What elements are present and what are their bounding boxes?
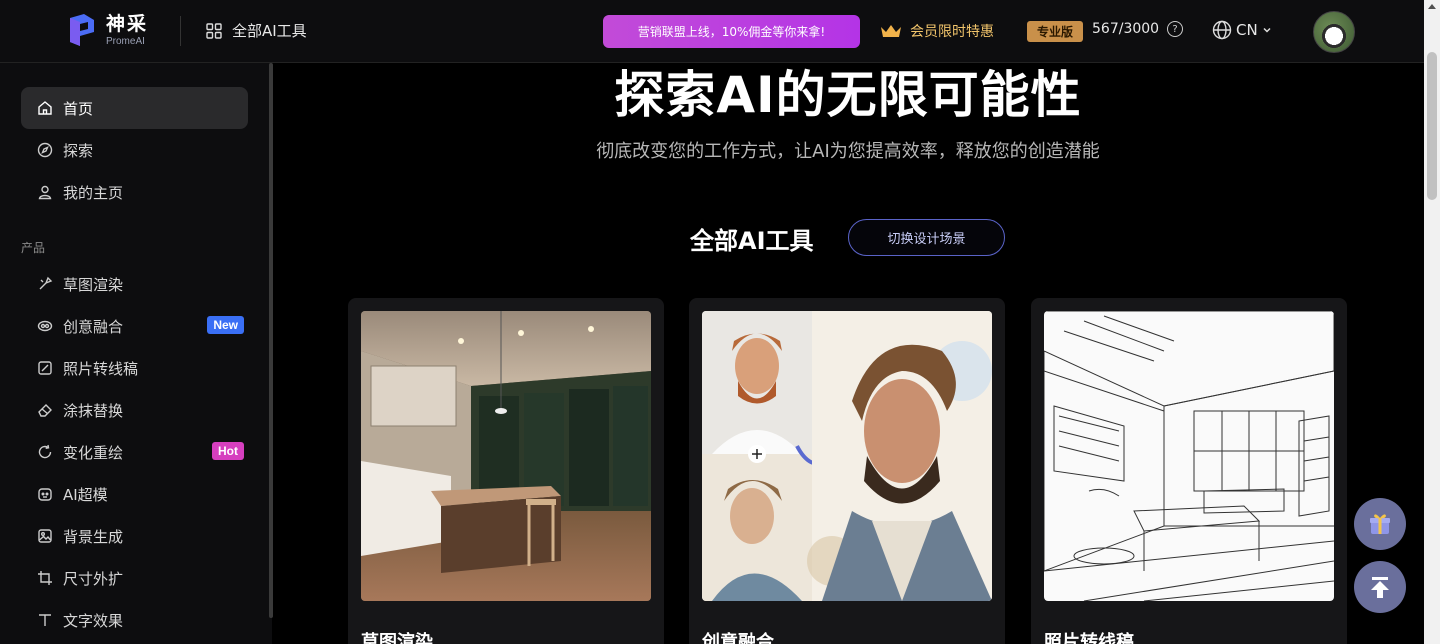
hot-badge: Hot xyxy=(212,442,244,460)
user-icon xyxy=(38,185,52,200)
sidebar-item-label: 文字效果 xyxy=(63,611,124,630)
all-tools-menu[interactable]: 全部AI工具 xyxy=(206,20,307,41)
compass-icon xyxy=(37,142,53,158)
card-title: 照片转线稿 xyxy=(1044,632,1134,644)
logo[interactable]: 神采 PromeAI xyxy=(66,12,148,50)
credits-display: 567/3000 ? xyxy=(1092,21,1184,37)
gift-button[interactable] xyxy=(1354,498,1406,550)
sidebar-item-photo-to-lineart[interactable]: 照片转线稿 xyxy=(21,347,248,389)
grid-icon xyxy=(206,22,222,39)
all-tools-label: 全部AI工具 xyxy=(232,22,307,40)
chevron-down-icon xyxy=(1263,27,1271,33)
sidebar-item-sketch-render[interactable]: 草图渲染 xyxy=(21,263,248,305)
main-content: 探索AI的无限可能性 彻底改变您的工作方式，让AI为您提高效率，释放您的创造潜能… xyxy=(273,63,1423,644)
scroll-up-arrow-icon[interactable] xyxy=(1428,4,1436,9)
promo-banner-button[interactable]: 营销联盟上线，10%佣金等你来拿! xyxy=(603,15,860,48)
sidebar: 首页 探索 我的主页 产品 草图渲染 创意融合 New 照片转线稿 涂抹替换 变… xyxy=(0,63,272,644)
hero-title: 探索AI的无限可能性 xyxy=(614,66,1082,124)
refresh-icon xyxy=(38,444,52,459)
sidebar-item-variation-redraw[interactable]: 变化重绘 Hot xyxy=(21,431,248,473)
home-icon xyxy=(38,101,52,115)
header-divider xyxy=(180,16,181,46)
crop-icon xyxy=(38,571,52,585)
edit-icon xyxy=(38,361,52,375)
text-icon xyxy=(39,614,51,626)
promeai-logo-icon xyxy=(70,14,94,46)
globe-icon xyxy=(1212,20,1232,40)
kitchen-render-image xyxy=(361,311,651,601)
sidebar-item-home[interactable]: 首页 xyxy=(21,87,248,129)
help-icon[interactable]: ? xyxy=(1167,21,1184,37)
sidebar-item-label: 我的主页 xyxy=(63,183,124,202)
eraser-icon xyxy=(38,404,52,417)
tool-card-photo-to-lineart[interactable]: 照片转线稿 xyxy=(1031,298,1347,644)
card-title: 创意融合 xyxy=(702,632,774,644)
tool-card-sketch-render[interactable]: 草图渲染 xyxy=(348,298,664,644)
vip-offer-label: 会员限时特惠 xyxy=(910,24,994,40)
sidebar-item-ai-model[interactable]: AI超模 xyxy=(21,473,248,515)
logo-text-en: PromeAI xyxy=(106,36,145,47)
crown-icon xyxy=(881,25,901,37)
vip-offer-link[interactable]: 会员限时特惠 xyxy=(880,21,994,41)
new-badge: New xyxy=(207,316,244,334)
language-selector[interactable]: CN xyxy=(1212,20,1272,40)
top-header: 神采 PromeAI 全部AI工具 营销联盟上线，10%佣金等你来拿! 会员限时… xyxy=(0,0,1424,63)
sidebar-item-smear-replace[interactable]: 涂抹替换 xyxy=(21,389,248,431)
section-title: 全部AI工具 xyxy=(690,227,814,255)
sidebar-item-explore[interactable]: 探索 xyxy=(21,129,248,171)
sidebar-item-profile[interactable]: 我的主页 xyxy=(21,171,248,213)
sidebar-item-label: AI超模 xyxy=(63,485,108,504)
pro-plan-badge: 专业版 xyxy=(1027,21,1083,42)
sidebar-item-text-effect[interactable]: 文字效果 xyxy=(21,599,248,641)
arrow-up-icon xyxy=(1371,577,1389,598)
card-title: 草图渲染 xyxy=(361,632,433,644)
sidebar-item-label: 照片转线稿 xyxy=(63,359,139,378)
lineart-sketch-image xyxy=(1044,311,1334,601)
back-to-top-button[interactable] xyxy=(1354,561,1406,613)
sidebar-section-label: 产品 xyxy=(21,241,46,255)
sidebar-item-label: 背景生成 xyxy=(63,527,124,546)
sidebar-item-label: 草图渲染 xyxy=(63,275,124,294)
language-label: CN xyxy=(1236,21,1258,39)
sidebar-item-outpaint[interactable]: 尺寸外扩 xyxy=(21,557,248,599)
robot-icon xyxy=(38,488,52,501)
sketch-icon xyxy=(39,276,53,290)
gift-icon xyxy=(1370,514,1390,534)
sidebar-item-label: 涂抹替换 xyxy=(63,401,124,420)
sidebar-item-background-gen[interactable]: 背景生成 xyxy=(21,515,248,557)
user-avatar[interactable] xyxy=(1313,11,1355,53)
credits-value: 567/3000 xyxy=(1092,21,1160,37)
sidebar-item-creative-blend[interactable]: 创意融合 New xyxy=(21,305,248,347)
page-scrollbar-thumb[interactable] xyxy=(1427,52,1437,200)
logo-text-cn: 神采 xyxy=(106,13,149,35)
image-icon xyxy=(38,529,52,543)
hero-subtitle: 彻底改变您的工作方式，让AI为您提高效率，释放您的创造潜能 xyxy=(596,141,1100,162)
creative-blend-image xyxy=(702,311,992,601)
sidebar-item-label: 尺寸外扩 xyxy=(63,569,124,588)
sidebar-item-label: 探索 xyxy=(63,141,94,160)
sidebar-item-label: 变化重绘 xyxy=(63,443,124,462)
tool-card-creative-blend[interactable]: 创意融合 xyxy=(689,298,1005,644)
sidebar-item-label: 创意融合 xyxy=(63,317,124,336)
sidebar-item-label: 首页 xyxy=(63,99,94,118)
switch-scene-button[interactable]: 切换设计场景 xyxy=(848,219,1005,256)
blend-icon xyxy=(37,320,53,332)
